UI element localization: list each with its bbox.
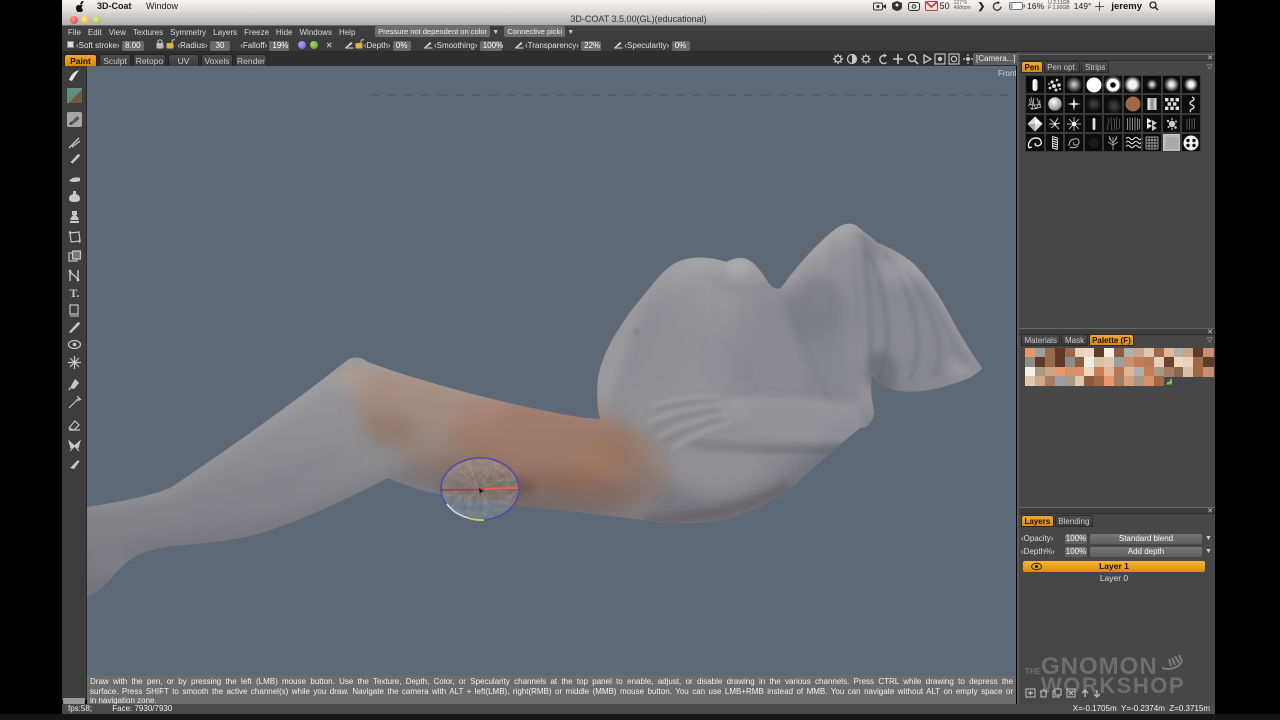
svg-text:Front: Front xyxy=(998,69,1016,78)
